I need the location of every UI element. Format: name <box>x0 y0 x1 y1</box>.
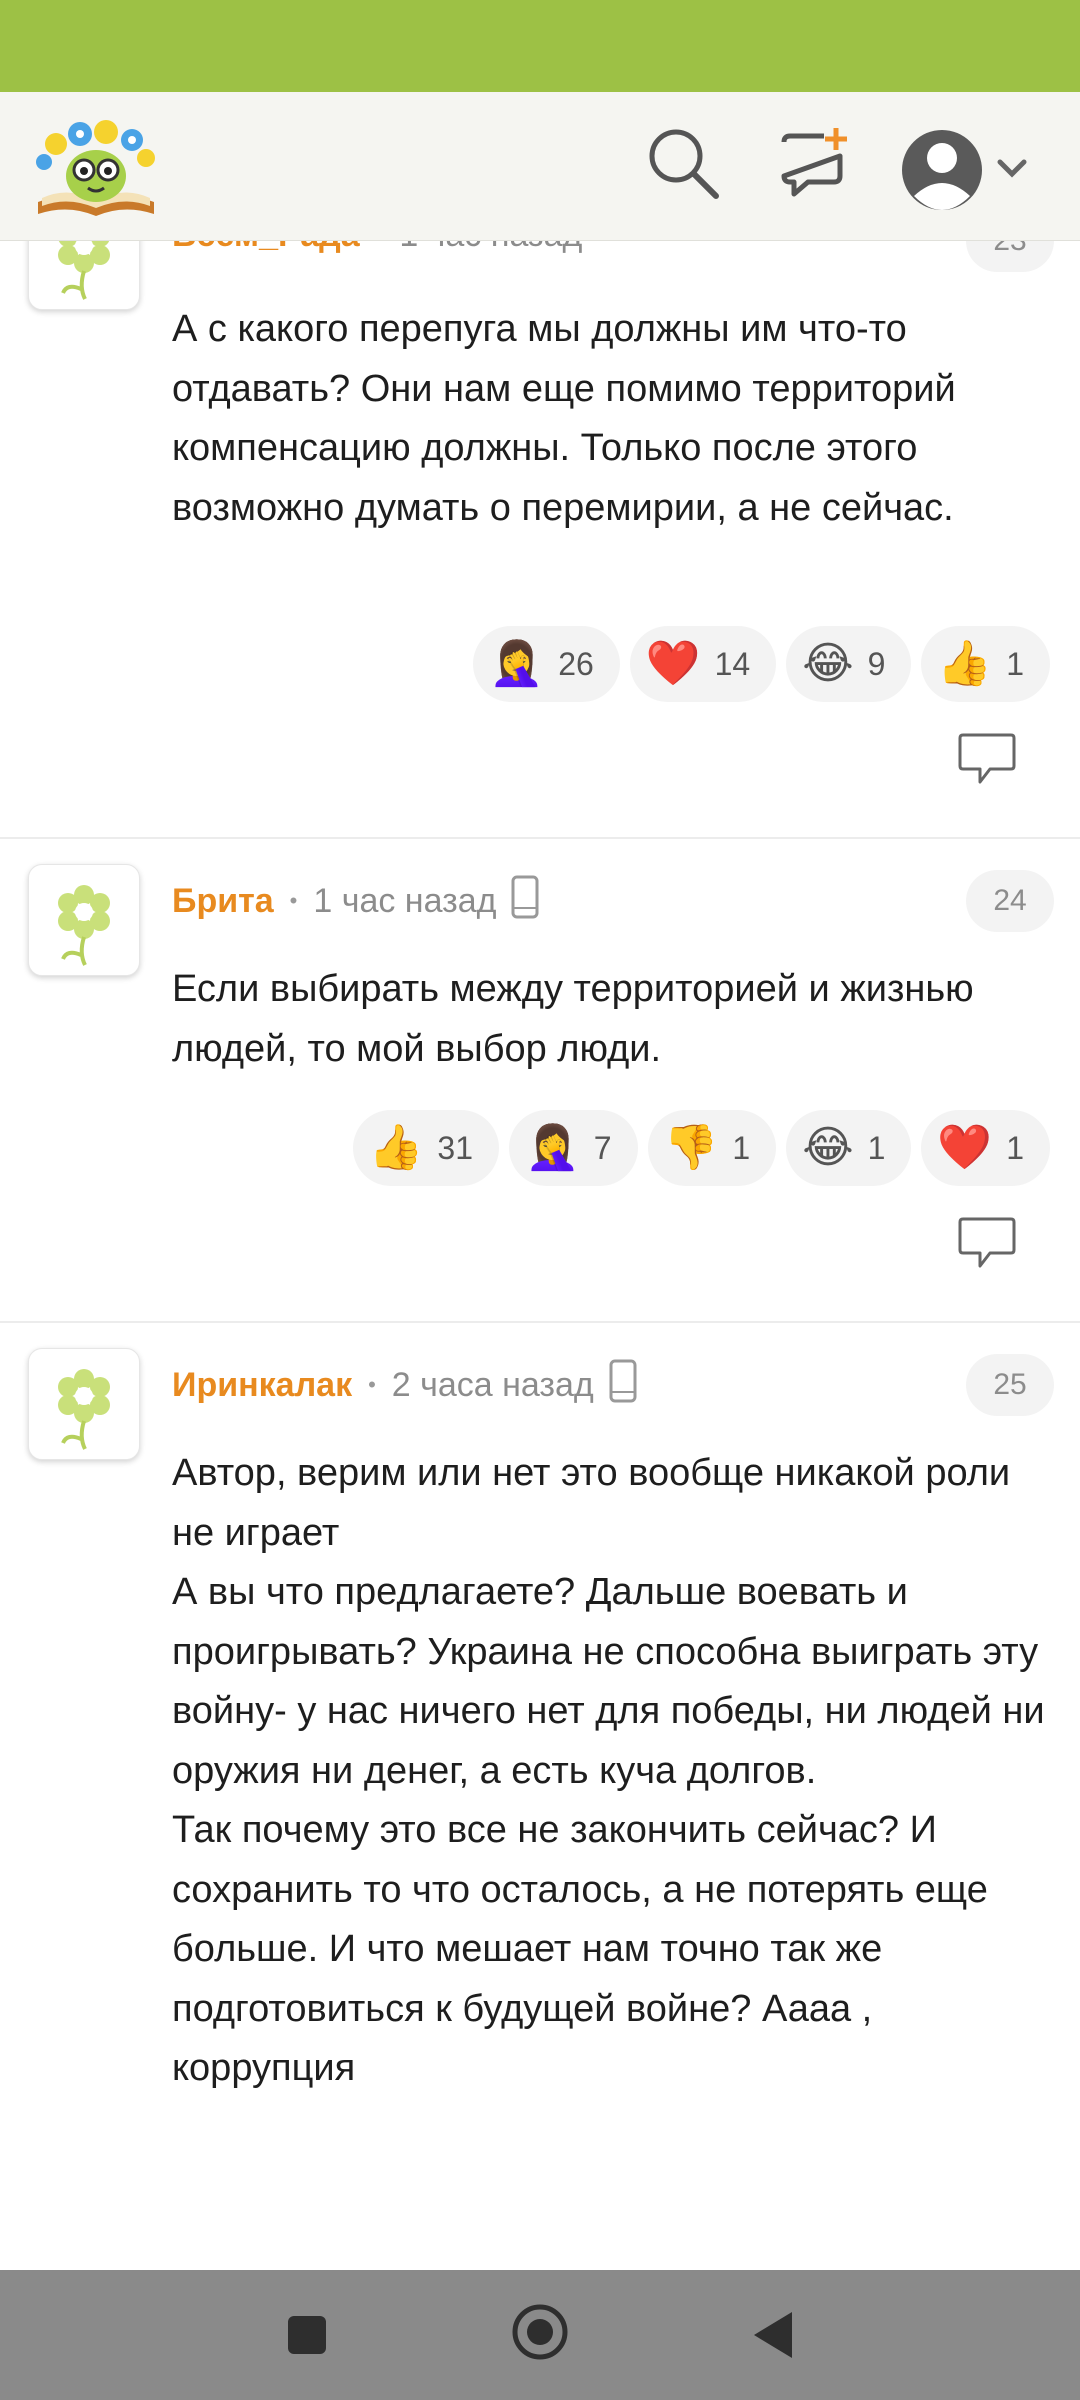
heart-emoji-icon: ❤️ <box>645 638 701 689</box>
separator-dot: • <box>376 240 384 248</box>
reaction-count: 1 <box>1006 1129 1024 1166</box>
status-bar <box>0 0 1080 92</box>
search-icon[interactable] <box>646 126 720 205</box>
reaction-heart[interactable]: ❤️ 14 <box>629 626 777 702</box>
reaction-thumbs-up[interactable]: 👍 1 <box>921 626 1050 702</box>
divider <box>0 837 1080 839</box>
comments-list: Всем_Рада • 1 час назад 23 А с какого пе… <box>0 240 1080 2270</box>
comment-meta: Всем_Рада • 1 час назад <box>172 240 582 260</box>
comment-author[interactable]: Брита <box>172 882 274 921</box>
reaction-count: 1 <box>1006 645 1024 682</box>
avatar[interactable] <box>28 1348 140 1460</box>
comment-time: 1 час назад <box>313 881 497 920</box>
comment-time: 2 часа назад <box>391 1365 594 1404</box>
comment-number: 25 <box>966 1354 1054 1416</box>
mobile-device-icon <box>608 1358 638 1413</box>
thumbs-up-emoji-icon: 👍 <box>937 638 993 689</box>
reply-icon[interactable] <box>956 1216 1018 1277</box>
reaction-thumbs-down[interactable]: 👎 1 <box>647 1110 777 1186</box>
facepalm-emoji-icon: 🤦‍♀️ <box>525 1122 580 1173</box>
reaction-count: 14 <box>714 645 751 682</box>
comment-author[interactable]: Всем_Рада <box>172 240 360 255</box>
comment-text: А с какого перепуга мы должны им что-то … <box>172 300 1052 538</box>
laugh-emoji-icon: 😂 <box>802 638 854 689</box>
comment-paragraph: А с какого перепуга мы должны им что-то … <box>172 308 956 529</box>
comment-number: 23 <box>966 240 1054 272</box>
mobile-device-icon <box>510 874 540 929</box>
thumbs-up-emoji-icon: 👍 <box>368 1122 424 1173</box>
reply-icon[interactable] <box>956 732 1018 793</box>
reaction-count: 7 <box>593 1129 612 1166</box>
heart-emoji-icon: ❤️ <box>937 1122 993 1173</box>
reaction-count: 1 <box>732 1129 751 1166</box>
logo-icon[interactable] <box>34 110 158 220</box>
new-message-icon[interactable] <box>778 126 852 205</box>
comment-text: Если выбирать между территорией и жизнью… <box>172 960 1052 1079</box>
comment-number: 24 <box>966 870 1054 932</box>
thumbs-down-emoji-icon: 👎 <box>663 1122 719 1173</box>
reactions-bar: 🤦‍♀️ 26 ❤️ 14 😂 9 👍 1 <box>473 626 1050 702</box>
comment-paragraph: Так почему это все не закончить сейчас? … <box>172 1809 988 2089</box>
system-nav-bar <box>0 2270 1080 2400</box>
reaction-facepalm[interactable]: 🤦‍♀️ 7 <box>509 1110 638 1186</box>
reactions-bar: 👍 31 🤦‍♀️ 7 👎 1 😂 1 ❤️ 1 <box>352 1110 1050 1186</box>
separator-dot: • <box>368 1372 376 1397</box>
recents-square-icon[interactable] <box>286 2314 328 2361</box>
reaction-count: 26 <box>558 645 594 682</box>
reaction-laugh[interactable]: 😂 9 <box>786 626 912 702</box>
comment-text: Автор, верим или нет это вообще никакой … <box>172 1444 1052 2099</box>
avatar[interactable] <box>28 240 140 310</box>
comment-paragraph: Если выбирать между территорией и жизнью… <box>172 968 974 1070</box>
comment-paragraph: Автор, верим или нет это вообще никакой … <box>172 1452 1011 1554</box>
reaction-count: 1 <box>867 1129 886 1166</box>
reaction-count: 31 <box>437 1129 473 1166</box>
home-circle-icon[interactable] <box>510 2302 570 2367</box>
profile-menu[interactable] <box>900 120 1040 220</box>
comment-author[interactable]: Иринкалак <box>172 1366 352 1405</box>
laugh-emoji-icon: 😂 <box>802 1122 854 1173</box>
separator-dot: • <box>289 888 298 913</box>
reaction-thumbs-up[interactable]: 👍 31 <box>352 1110 499 1186</box>
comment-meta: Брита • 1 час назад <box>172 874 540 929</box>
app-header <box>0 92 1080 241</box>
comment-time: 1 час назад <box>399 240 582 255</box>
back-triangle-icon[interactable] <box>752 2310 794 2365</box>
reaction-facepalm[interactable]: 🤦‍♀️ 26 <box>473 626 620 702</box>
facepalm-emoji-icon: 🤦‍♀️ <box>489 638 545 689</box>
comment-paragraph: А вы что предлагаете? Дальше воевать и п… <box>172 1571 1045 1792</box>
divider <box>0 1321 1080 1323</box>
avatar[interactable] <box>28 864 140 976</box>
reaction-heart[interactable]: ❤️ 1 <box>921 1110 1050 1186</box>
comment-meta: Иринкалак • 2 часа назад <box>172 1358 638 1413</box>
reaction-laugh[interactable]: 😂 1 <box>786 1110 912 1186</box>
reaction-count: 9 <box>867 645 886 682</box>
